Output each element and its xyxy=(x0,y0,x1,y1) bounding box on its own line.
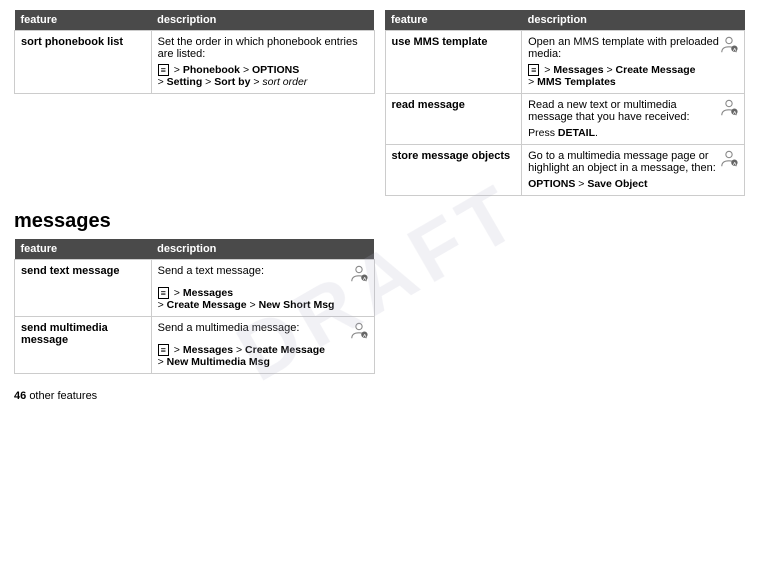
top-section: feature description sort phonebook list … xyxy=(14,10,745,196)
footer: 46 other features xyxy=(14,390,745,402)
right-bottom-placeholder xyxy=(385,239,746,374)
person-icon-read: A xyxy=(720,99,738,117)
messages-header: messages xyxy=(14,210,745,233)
store-message-desc-text: Go to a multimedia message page or highl… xyxy=(528,150,720,174)
sort-phonebook-desc: Set the order in which phonebook entries… xyxy=(151,31,374,94)
read-message-desc: Read a new text or multimedia message th… xyxy=(522,94,745,145)
menu-path-text-mms2: > Messages > Create Message> New Multime… xyxy=(158,344,325,368)
table-row: read message Read a new text or multimed… xyxy=(385,94,745,145)
read-message-menu-path: Press DETAIL. xyxy=(528,127,738,139)
phonebook-table: feature description sort phonebook list … xyxy=(14,10,375,94)
menu-path-text: > Phonebook > OPTIONS> Setting > Sort by… xyxy=(158,64,308,88)
use-mms-feature: use MMS template xyxy=(385,31,522,94)
send-mms-menu-path: ≡ > Messages > Create Message> New Multi… xyxy=(158,344,368,368)
send-mms-feature: send multimedia message xyxy=(15,317,152,374)
person-icon: A xyxy=(720,36,738,54)
table-row: sort phonebook list Set the order in whi… xyxy=(15,31,375,94)
right-header-feature: feature xyxy=(385,10,522,31)
table-row: store message objects Go to a multimedia… xyxy=(385,145,745,196)
send-text-menu-path: ≡ > Messages> Create Message > New Short… xyxy=(158,287,368,311)
phonebook-section: feature description sort phonebook list … xyxy=(14,10,375,196)
store-message-desc: Go to a multimedia message page or highl… xyxy=(522,145,745,196)
bottom-section: feature description send text message Se… xyxy=(14,239,745,374)
menu-icon: ≡ xyxy=(158,287,169,299)
person-icon-mms: A xyxy=(350,322,368,340)
right-header-description: description xyxy=(522,10,745,31)
right-top-section: feature description use MMS template Ope… xyxy=(385,10,746,196)
footer-section: other features xyxy=(29,390,97,402)
messages-table-section: feature description send text message Se… xyxy=(14,239,375,374)
read-message-desc-text: Read a new text or multimedia message th… xyxy=(528,99,720,123)
send-mms-desc: Send a multimedia message: A xyxy=(151,317,374,374)
messages-table: feature description send text message Se… xyxy=(14,239,375,374)
page-number: 46 xyxy=(14,390,26,402)
right-top-table: feature description use MMS template Ope… xyxy=(385,10,746,196)
use-mms-desc: Open an MMS template with preloaded medi… xyxy=(522,31,745,94)
menu-icon: ≡ xyxy=(158,64,169,76)
table-row: send multimedia message Send a multimedi… xyxy=(15,317,375,374)
messages-header-feature: feature xyxy=(15,239,152,260)
phonebook-header-description: description xyxy=(151,10,374,31)
sort-phonebook-feature: sort phonebook list xyxy=(15,31,152,94)
menu-path-text-mms: > Messages > Create Message> MMS Templat… xyxy=(528,64,695,88)
sort-phonebook-desc-text: Set the order in which phonebook entries… xyxy=(158,36,358,60)
menu-icon: ≡ xyxy=(158,344,169,356)
table-row: send text message Send a text message: A xyxy=(15,260,375,317)
sort-phonebook-menu-path: ≡ > Phonebook > OPTIONS> Setting > Sort … xyxy=(158,64,368,88)
send-mms-desc-text: Send a multimedia message: xyxy=(158,322,300,334)
read-message-feature: read message xyxy=(385,94,522,145)
send-text-desc: Send a text message: A xyxy=(151,260,374,317)
menu-path-text-sms: > Messages> Create Message > New Short M… xyxy=(158,287,335,311)
menu-icon: ≡ xyxy=(528,64,539,76)
send-text-desc-text: Send a text message: xyxy=(158,265,264,277)
send-text-feature: send text message xyxy=(15,260,152,317)
person-icon-store: A xyxy=(720,150,738,168)
phonebook-header-feature: feature xyxy=(15,10,152,31)
store-message-feature: store message objects xyxy=(385,145,522,196)
person-icon-text: A xyxy=(350,265,368,283)
store-message-menu-path: OPTIONS > Save Object xyxy=(528,178,738,190)
messages-header-description: description xyxy=(151,239,374,260)
use-mms-menu-path: ≡ > Messages > Create Message> MMS Templ… xyxy=(528,64,738,88)
table-row: use MMS template Open an MMS template wi… xyxy=(385,31,745,94)
use-mms-desc-text: Open an MMS template with preloaded medi… xyxy=(528,36,720,60)
